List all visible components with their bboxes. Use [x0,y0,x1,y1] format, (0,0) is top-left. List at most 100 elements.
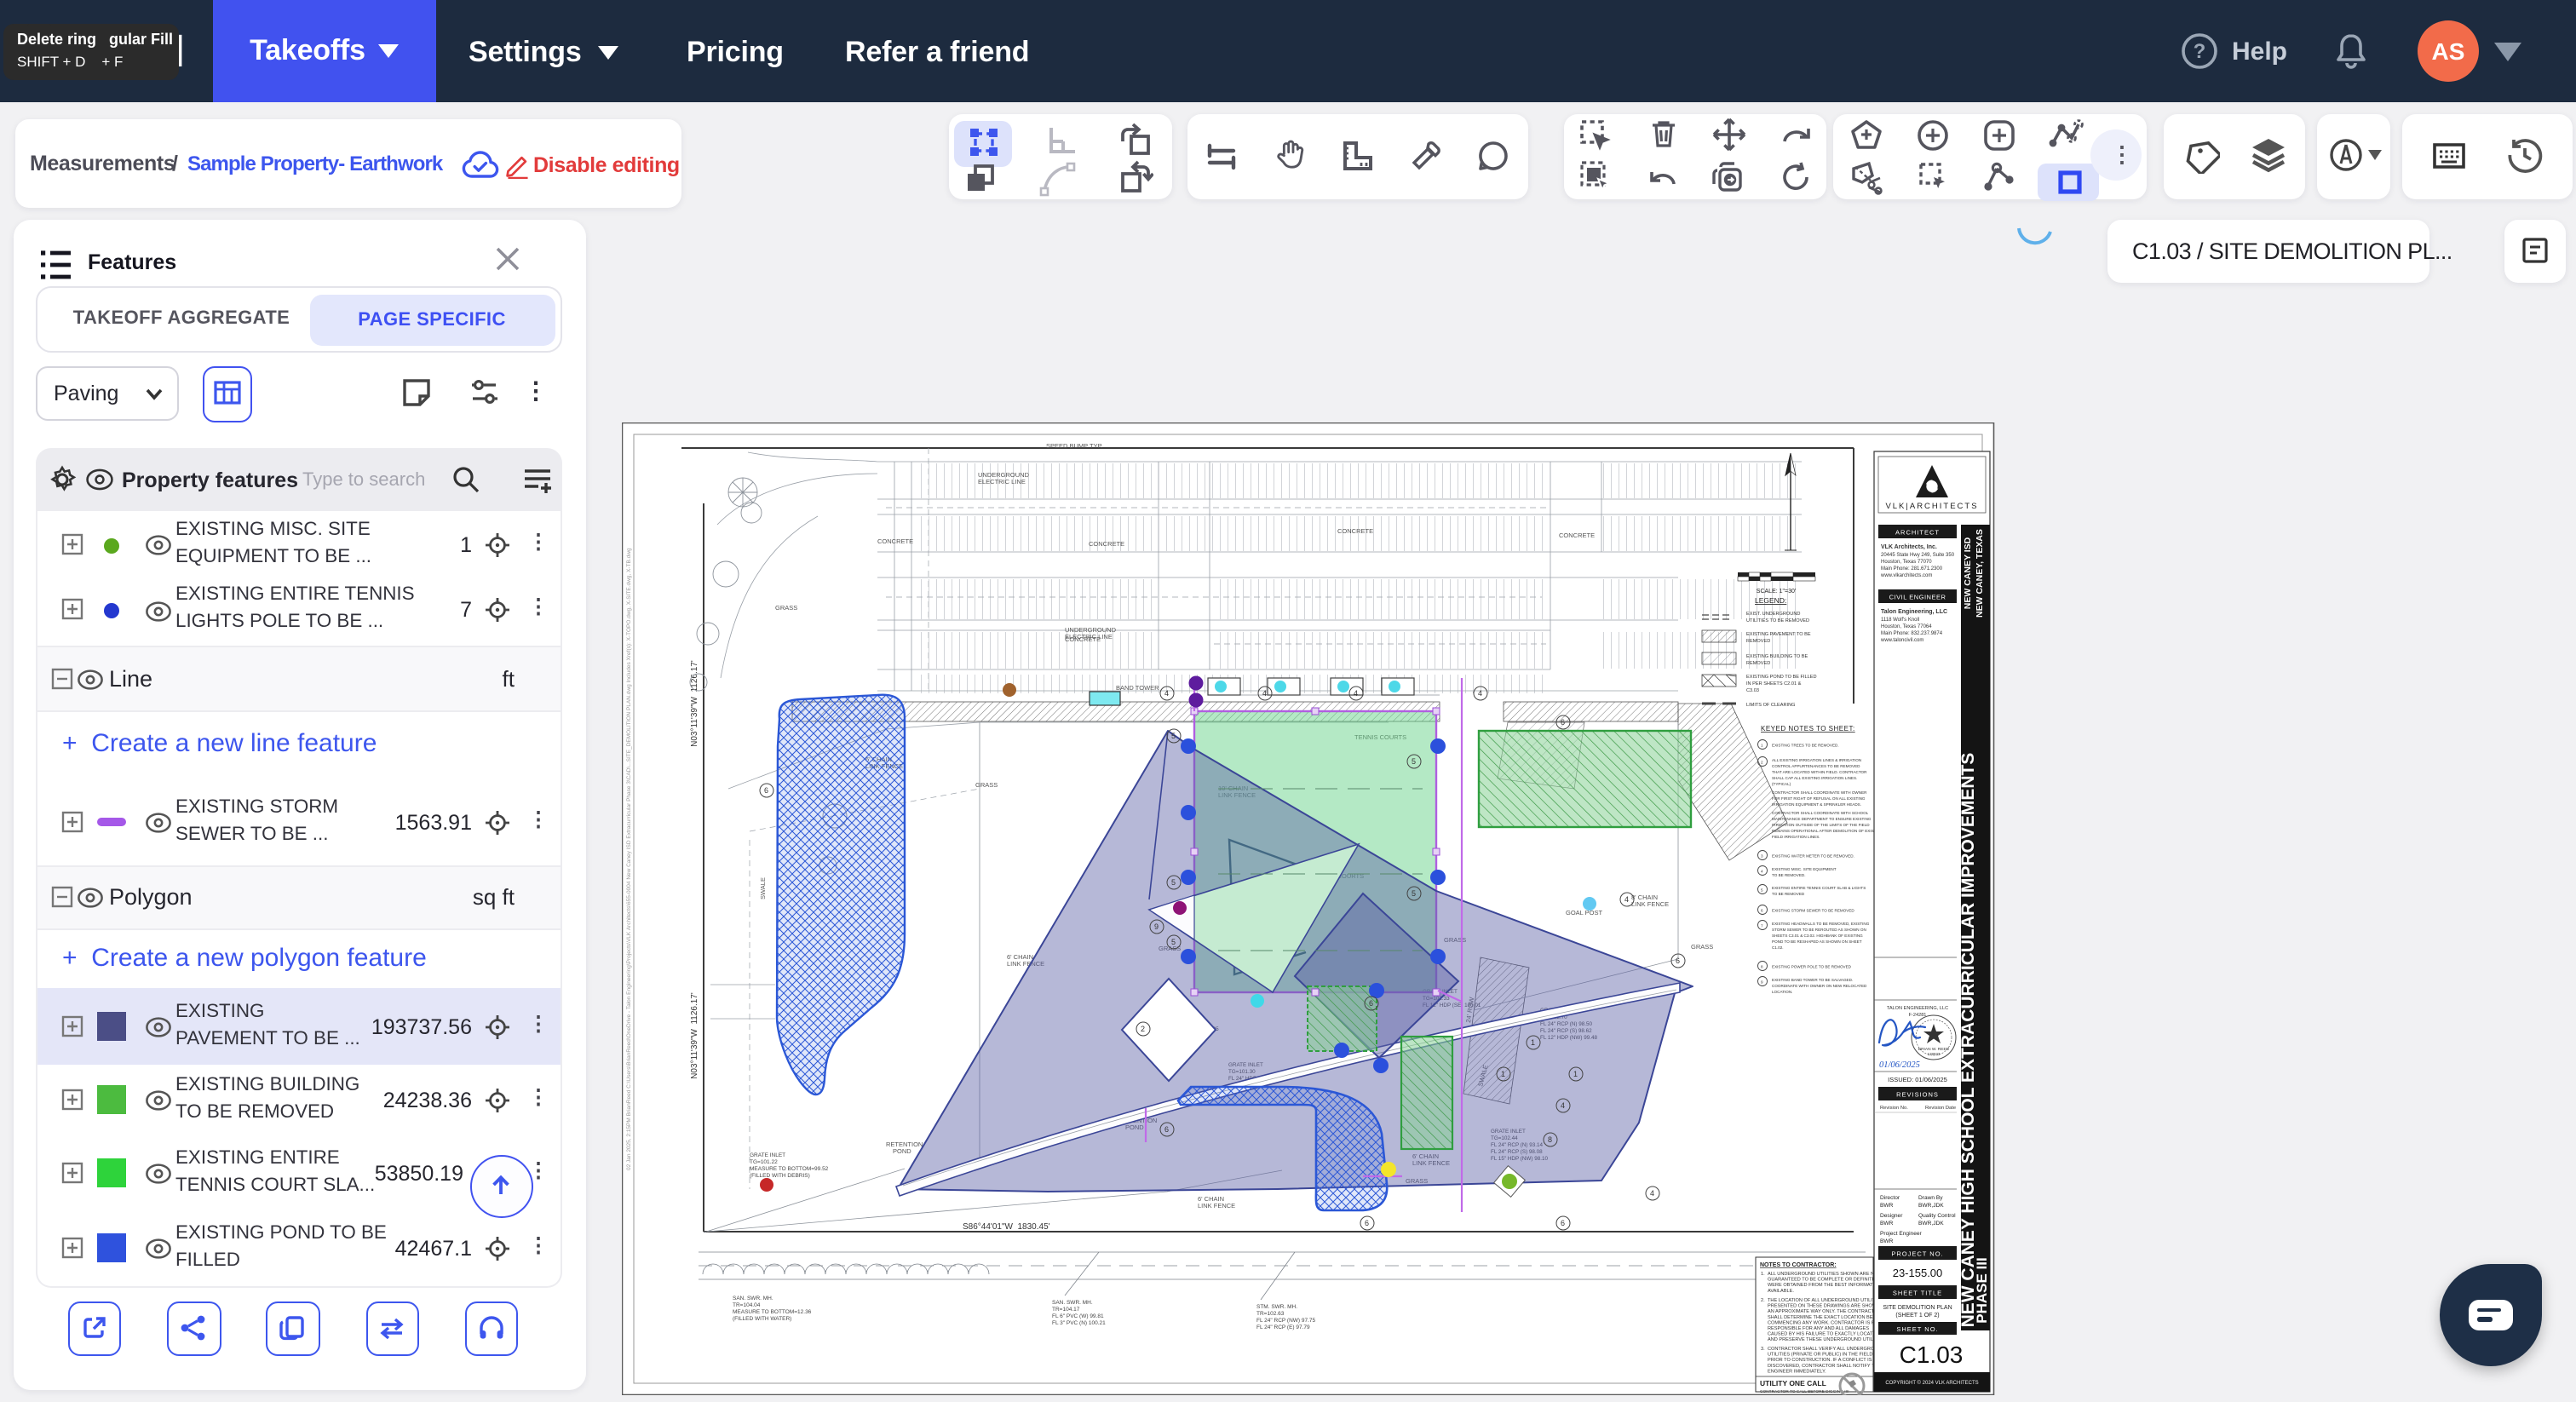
svg-text:1.: 1. [1761,1272,1765,1277]
svg-text:KEYED NOTES TO SHEET:: KEYED NOTES TO SHEET: [1761,725,1855,733]
svg-text:BWR: BWR [1880,1203,1894,1209]
svg-text:5: 5 [1412,889,1416,898]
svg-text:(FILLED WITH DEBRIS): (FILLED WITH DEBRIS) [750,1173,810,1179]
svg-text:5: 5 [1171,938,1176,946]
svg-text:REMOVED: REMOVED [1746,661,1770,666]
svg-text:CONCRETE: CONCRETE [1559,531,1595,539]
svg-text:EXISTING WATER METER TO BE REM: EXISTING WATER METER TO BE REMOVED. [1772,854,1854,859]
svg-text:EXISTING TREES TO BE REMOVED.: EXISTING TREES TO BE REMOVED. [1772,744,1839,748]
svg-text:CONCRETE: CONCRETE [877,537,913,545]
svg-text:SPEED BUMP TYP.: SPEED BUMP TYP. [1046,442,1103,450]
svg-text:TR=102.63: TR=102.63 [1256,1311,1285,1317]
svg-text:Designer: Designer [1880,1213,1903,1219]
svg-text:4: 4 [1650,1189,1654,1198]
svg-text:6: 6 [1365,1219,1369,1227]
svg-text:6: 6 [764,786,768,795]
svg-text:6: 6 [1369,999,1373,1008]
svg-text:FL 24" RCP (NW) 97.75: FL 24" RCP (NW) 97.75 [1256,1318,1316,1324]
svg-text:7: 7 [1761,924,1763,928]
svg-text:4: 4 [1478,689,1482,698]
svg-text:Main Phone: 281.671.2300: Main Phone: 281.671.2300 [1881,566,1943,572]
svg-text:6: 6 [1164,1125,1169,1134]
svg-text:ELECTRIC LINE: ELECTRIC LINE [1065,633,1113,641]
svg-text:6: 6 [1561,1219,1565,1227]
svg-text:Houston, Texas 77070: Houston, Texas 77070 [1881,560,1932,565]
svg-text:FL 24" RCP (E) 97.79: FL 24" RCP (E) 97.79 [1256,1324,1310,1330]
svg-text:UTILITIES TO BE REMOVED: UTILITIES TO BE REMOVED [1746,618,1809,623]
svg-text:8: 8 [1761,965,1763,969]
svg-text:1: 1 [1501,1070,1505,1078]
svg-text:www.taloncivil.com: www.taloncivil.com [1880,638,1923,643]
svg-text:4: 4 [1761,870,1763,874]
svg-text:COPYRIGHT © 2024 VLK ARC: COPYRIGHT © 2024 VLK ARCHITECTS [1885,1380,1978,1386]
svg-text:LINK FENCE: LINK FENCE [1198,1202,1235,1210]
svg-text:FL 6" PVC (W) 99.81: FL 6" PVC (W) 99.81 [1052,1313,1104,1319]
svg-text:SWALE: SWALE [759,877,767,899]
svg-text:2.: 2. [1761,1298,1765,1303]
svg-text:SCALE: 1"=30': SCALE: 1"=30' [1757,589,1796,595]
svg-text:1118 Wolf's Knoll: 1118 Wolf's Knoll [1881,618,1919,623]
svg-text:GOAL POST: GOAL POST [1566,909,1602,916]
svg-text:Director: Director [1880,1195,1900,1201]
svg-text:Revision No.: Revision No. [1880,1106,1908,1111]
svg-text:ARCHITECT: ARCHITECT [1895,529,1940,537]
svg-text:5: 5 [1412,757,1416,766]
svg-text:LIMITS OF CLEARING: LIMITS OF CLEARING [1746,703,1796,708]
svg-text:EXISTING STORM SEWER TO BE REM: EXISTING STORM SEWER TO BE REMOVED [1772,909,1854,913]
svg-text:01/06/2025: 01/06/2025 [1879,1060,1920,1070]
svg-text:S86°44'01"W 1830.45': S86°44'01"W 1830.45' [963,1222,1050,1232]
svg-text:Houston, Texas 77064: Houston, Texas 77064 [1881,624,1932,629]
svg-text:20445 State Hwy 249, Suite 350: 20445 State Hwy 249, Suite 350 [1881,553,1955,558]
svg-text:NOTES TO CONTRACTOR:: NOTES TO CONTRACTOR: [1760,1262,1837,1268]
svg-text:EXISTING POWER POLE TO BE REMO: EXISTING POWER POLE TO BE REMOVED [1772,965,1852,969]
svg-text:4: 4 [1262,689,1267,698]
svg-text:EXISTING BUILDING TO BE: EXISTING BUILDING TO BE [1746,654,1808,659]
svg-text:1: 1 [1531,1038,1535,1047]
svg-text:LINK FENCE: LINK FENCE [1631,900,1669,908]
svg-text:TALON ENGINEERING, LLC: TALON ENGINEERING, LLC [1887,1006,1948,1011]
svg-text:CONTRACTOR TO CALL BEFORE DIG: CONTRACTOR TO CALL BEFORE DIGGING !!!! [1760,1389,1849,1394]
svg-text:Main Phone: 832.237.9874: Main Phone: 832.237.9874 [1881,631,1943,636]
svg-text:4: 4 [1624,895,1629,904]
svg-text:CIVIL ENGINEER: CIVIL ENGINEER [1889,594,1946,601]
svg-text:THE LOCATION OF ALL UNDERGROUN: THE LOCATION OF ALL UNDERGROUND UTILITIE… [1768,1298,1887,1342]
svg-text:TR=104.17: TR=104.17 [1052,1307,1080,1313]
svg-text:REVISIONS: REVISIONS [1896,1091,1939,1099]
svg-text:6: 6 [1676,957,1680,965]
svg-text:ISSUED: 01/06/2025: ISSUED: 01/06/2025 [1888,1076,1947,1083]
svg-text:GRASS: GRASS [775,604,797,612]
svg-text:6: 6 [1761,909,1763,913]
svg-text:EXISTING PAVEMENT TO BE: EXISTING PAVEMENT TO BE [1746,632,1811,637]
svg-text:UTILITY ONE CALL: UTILITY ONE CALL [1760,1379,1826,1388]
svg-text:8: 8 [1548,1135,1552,1144]
svg-text:2: 2 [1141,1025,1145,1033]
svg-text:23-155.00: 23-155.00 [1893,1267,1943,1279]
svg-text:BWR,JDK: BWR,JDK [1918,1203,1944,1209]
svg-text:4: 4 [1354,689,1358,698]
svg-text:BWR: BWR [1880,1238,1894,1244]
svg-text:4: 4 [1164,689,1169,698]
svg-text:FL 3" PVC (N) 100.21: FL 3" PVC (N) 100.21 [1052,1320,1106,1326]
svg-text:6: 6 [1561,718,1565,727]
svg-text:1: 1 [1761,744,1763,748]
svg-text:1: 1 [1573,1070,1578,1078]
svg-text:CONCRETE: CONCRETE [1337,527,1373,535]
svg-text:3: 3 [1761,854,1763,859]
svg-text:N03°11'39"W 1126.17': N03°11'39"W 1126.17' [690,660,699,747]
svg-text:5: 5 [1171,878,1176,887]
svg-text:BWR,JDK: BWR,JDK [1918,1221,1944,1227]
svg-text:GRATE INLET: GRATE INLET [750,1152,785,1158]
svg-text:SHEET NO.: SHEET NO. [1896,1325,1938,1333]
svg-text:POND: POND [893,1147,911,1155]
svg-text:Quality Control: Quality Control [1918,1213,1956,1219]
svg-text:BWR: BWR [1880,1221,1894,1227]
svg-text:PHASE III: PHASE III [1974,1257,1990,1323]
svg-text:?: ? [2194,40,2206,63]
svg-text:SHEET TITLE: SHEET TITLE [1893,1290,1942,1297]
svg-text:F-24281: F-24281 [1909,1013,1927,1018]
svg-text:ELECTRIC LINE: ELECTRIC LINE [978,478,1026,486]
svg-text:PHONE: 811 HOUSTON (713) 223: PHONE: 811 HOUSTON (713) 223-4567 [1760,1394,1834,1395]
svg-text:C1.03: C1.03 [1900,1342,1964,1368]
svg-text:STM. SWR. MH.: STM. SWR. MH. [1256,1304,1297,1310]
svg-text:Project Engineer: Project Engineer [1880,1231,1923,1237]
